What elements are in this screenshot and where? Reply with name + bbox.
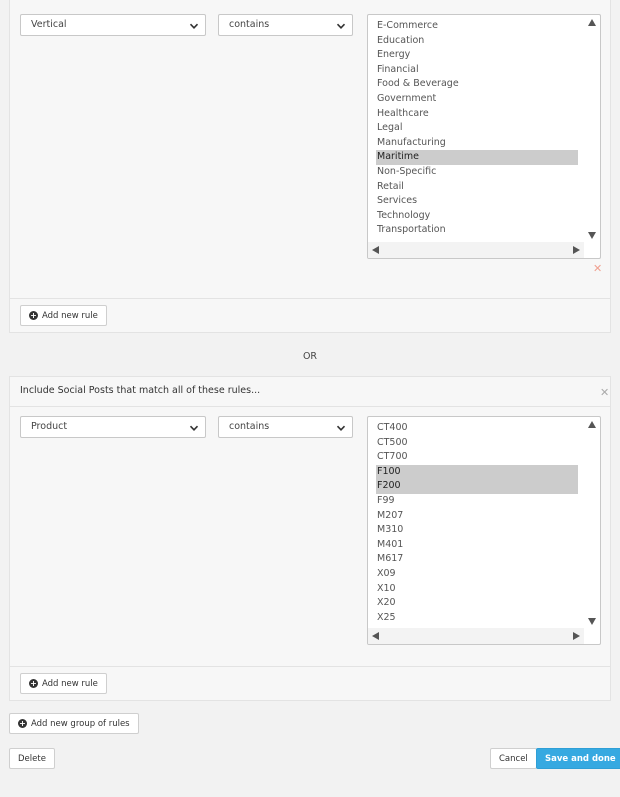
list-option[interactable]: Healthcare	[376, 107, 578, 122]
scroll-right-icon[interactable]	[573, 246, 580, 254]
chevron-down-icon	[189, 425, 199, 431]
remove-rule-close-icon[interactable]: ✕	[593, 263, 602, 274]
delete-button[interactable]: Delete	[9, 748, 55, 769]
list-option[interactable]: Retail	[376, 180, 578, 195]
cancel-button[interactable]: Cancel	[490, 748, 537, 769]
rule-operator-select[interactable]: contains	[218, 14, 353, 36]
vertical-scrollbar[interactable]	[584, 417, 600, 628]
list-option[interactable]: Legal	[376, 121, 578, 136]
add-rule-label: Add new rule	[42, 678, 98, 689]
remove-group-close-icon[interactable]: ✕	[600, 387, 609, 398]
add-group-label: Add new group of rules	[31, 718, 130, 729]
plus-circle-icon: +	[29, 679, 38, 688]
rule-values-options: E-Commerce Education Energy Financial Food &…	[376, 19, 578, 238]
add-rule-label: Add new rule	[42, 310, 98, 321]
chevron-down-icon	[189, 23, 199, 29]
horizontal-scrollbar[interactable]	[368, 628, 584, 644]
list-option[interactable]: Manufacturing	[376, 136, 578, 151]
chevron-down-icon	[336, 23, 346, 29]
list-option[interactable]: Technology	[376, 209, 578, 224]
rule-field-select[interactable]: Vertical	[20, 14, 206, 36]
save-label: Save and done	[545, 753, 616, 764]
list-option[interactable]: X10	[376, 582, 578, 597]
plus-circle-icon: +	[29, 311, 38, 320]
rule-group-2-body: Product contains CT400 CT500 CT700 F100 F200…	[10, 407, 610, 665]
horizontal-scrollbar[interactable]	[368, 242, 584, 258]
list-option[interactable]: M310	[376, 523, 578, 538]
list-option[interactable]: Education	[376, 34, 578, 49]
scroll-left-icon[interactable]	[372, 632, 379, 640]
rule-group-2-footer: + Add new rule	[10, 666, 610, 700]
list-option[interactable]: Services	[376, 194, 578, 209]
list-option[interactable]: M207	[376, 509, 578, 524]
list-option[interactable]: Non-Specific	[376, 165, 578, 180]
scroll-down-icon[interactable]	[588, 232, 596, 239]
delete-label: Delete	[18, 753, 46, 764]
list-option[interactable]: Food & Beverage	[376, 77, 578, 92]
plus-circle-icon: +	[18, 719, 27, 728]
or-separator: OR	[302, 351, 318, 362]
list-option[interactable]: E-Commerce	[376, 19, 578, 34]
rule-field-select[interactable]: Product	[20, 416, 206, 438]
list-option[interactable]: X09	[376, 567, 578, 582]
rule-field-value: Product	[31, 421, 68, 432]
save-and-done-button[interactable]: Save and done	[536, 748, 620, 769]
list-option[interactable]: Financial	[376, 63, 578, 78]
chevron-down-icon	[336, 425, 346, 431]
list-option[interactable]: X25	[376, 611, 578, 626]
list-option[interactable]: F200	[376, 479, 578, 494]
rule-values-options: CT400 CT500 CT700 F100 F200 F99 M207 M310 M401 M6…	[376, 421, 578, 625]
list-option[interactable]: CT400	[376, 421, 578, 436]
scroll-up-icon[interactable]	[588, 421, 596, 428]
list-option[interactable]: M401	[376, 538, 578, 553]
cancel-label: Cancel	[499, 753, 528, 764]
scroll-up-icon[interactable]	[588, 19, 596, 26]
add-rule-button[interactable]: + Add new rule	[20, 305, 107, 326]
scroll-right-icon[interactable]	[573, 632, 580, 640]
rule-field-value: Vertical	[31, 19, 67, 30]
list-option[interactable]: Government	[376, 92, 578, 107]
rule-group-1: Vertical contains E-Commerce Education Ene…	[9, 0, 611, 333]
rule-operator-value: contains	[229, 19, 270, 30]
list-option[interactable]: F99	[376, 494, 578, 509]
rule-operator-select[interactable]: contains	[218, 416, 353, 438]
group-title: Include Social Posts that match all of t…	[20, 385, 261, 396]
scroll-left-icon[interactable]	[372, 246, 379, 254]
list-option[interactable]: CT700	[376, 450, 578, 465]
scroll-down-icon[interactable]	[588, 618, 596, 625]
list-option[interactable]: X20	[376, 596, 578, 611]
list-option[interactable]: Maritime	[376, 150, 578, 165]
list-option[interactable]: CT500	[376, 436, 578, 451]
rule-group-2-header: Include Social Posts that match all of t…	[10, 377, 610, 407]
rule-values-listbox[interactable]: E-Commerce Education Energy Financial Food &…	[367, 14, 601, 259]
add-rule-button[interactable]: + Add new rule	[20, 673, 107, 694]
rule-group-2: Include Social Posts that match all of t…	[9, 376, 611, 701]
rule-group-1-body: Vertical contains E-Commerce Education Ene…	[10, 0, 610, 299]
list-option[interactable]: F100	[376, 464, 578, 480]
rule-values-listbox[interactable]: CT400 CT500 CT700 F100 F200 F99 M207 M310 M401 M6…	[367, 416, 601, 645]
list-option[interactable]: Transportation	[376, 223, 578, 238]
vertical-scrollbar[interactable]	[584, 15, 600, 242]
rule-operator-value: contains	[229, 421, 270, 432]
list-option[interactable]: Energy	[376, 48, 578, 63]
rule-group-1-footer: + Add new rule	[10, 298, 610, 332]
add-group-button[interactable]: + Add new group of rules	[9, 713, 139, 734]
list-option[interactable]: M617	[376, 552, 578, 567]
